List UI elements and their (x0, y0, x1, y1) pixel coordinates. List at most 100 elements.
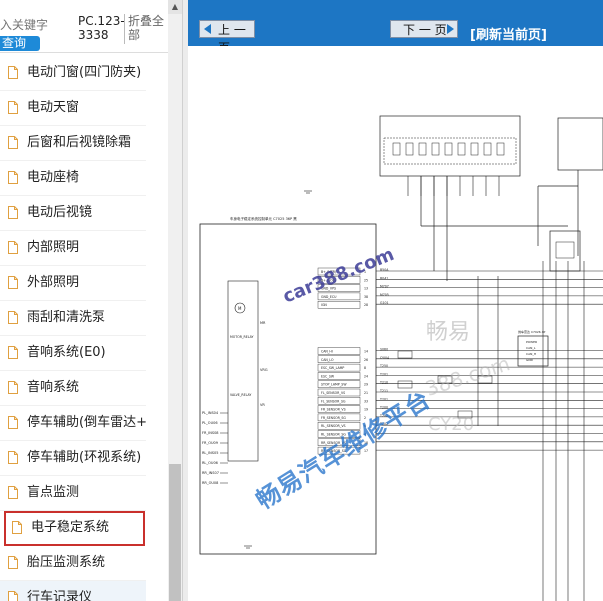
fuse-box (379, 115, 521, 177)
search-bar: 查询 PC.123-3338 折叠全部 (0, 0, 168, 53)
menu-item[interactable]: 电动门窗(四门防夹) (0, 56, 146, 91)
pin-number: 29 (364, 383, 368, 387)
menu-item[interactable]: 停车辅助(倒车雷达+倒车 (0, 406, 146, 441)
wire-label: B041 (380, 276, 388, 280)
wiring-diagram-svg: 车身电子稳定系统控制单元 C7025 36P 黑 M MOTOR_RELAY VALV… (199, 115, 603, 601)
document-icon (8, 171, 18, 184)
radar-pin: CAN_H (526, 352, 536, 356)
content-pane: 上 一 页 下 一 页 [刷新当前页] 车身电子稳定系统控制单元 C7025 3… (188, 0, 603, 601)
menu-item-label: 电子稳定系统 (31, 520, 110, 535)
sensor-label: RL_OU06 (202, 461, 218, 465)
menu-item[interactable]: 电动座椅 (0, 161, 146, 196)
sensor-label: PL_OU06 (202, 421, 218, 425)
document-icon (8, 241, 18, 254)
next-page-button[interactable]: 下 一 页 (390, 20, 458, 38)
sensor-label: FR_OU09 (202, 441, 218, 445)
wire-label: T201 (379, 372, 388, 376)
document-icon (8, 136, 18, 149)
fuse (457, 142, 466, 156)
menu-item[interactable]: 音响系统 (0, 371, 146, 406)
menu-item-label: 电动座椅 (27, 170, 80, 185)
fuse (418, 142, 427, 156)
menu-item[interactable]: 电动后视镜 (0, 196, 146, 231)
fuse (392, 142, 401, 156)
document-icon (8, 381, 18, 394)
pin-number: 24 (364, 374, 368, 378)
document-icon (8, 591, 18, 601)
collapse-all-button[interactable]: 折叠全部 (128, 14, 168, 42)
menu-item-label: 雨刮和清洗泵 (27, 310, 106, 325)
pin-name: FL_SENSOR_VS (321, 391, 345, 395)
page-nav-bar: 上 一 页 下 一 页 [刷新当前页] (188, 0, 603, 55)
pin-name: CAN_HI (321, 350, 333, 354)
radar-pin: GND (526, 358, 534, 362)
document-icon (8, 206, 18, 219)
navigation-pane: 查询 PC.123-3338 折叠全部 电动门窗(四门防夹) 电动天窗后窗和后视镜… (0, 0, 182, 601)
motor-label: M (238, 306, 242, 311)
menu-item[interactable]: 雨刮和清洗泵 (0, 301, 146, 336)
document-icon (8, 66, 18, 79)
pin-number: 8 (364, 366, 366, 370)
menu-item[interactable]: 外部照明 (0, 266, 146, 301)
sensor-label: RR_OU08 (202, 481, 218, 485)
menu-item-label: 盲点监测 (27, 485, 80, 500)
pin-name: GND_ECU (321, 295, 337, 299)
fuse-box-inner (383, 137, 517, 165)
menu-item-label: 电动后视镜 (27, 205, 93, 220)
internal-block (227, 280, 259, 462)
menu-item[interactable]: 胎压监测系统 (0, 546, 146, 581)
next-page-label: 下 一 页 (403, 23, 447, 37)
pin-number: 14 (364, 350, 368, 354)
sensor-label: PL_INS04 (202, 411, 219, 415)
radar-pin: POWER (526, 340, 537, 344)
pin-number: 13 (364, 287, 368, 291)
pin-number: 38 (364, 295, 368, 299)
arrow-left-icon (204, 24, 211, 34)
menu-item[interactable]: 盲点监测 (0, 476, 146, 511)
wiring-diagram: 车身电子稳定系统控制单元 C7025 36P 黑 M MOTOR_RELAY VALV… (188, 46, 603, 601)
arrow-right-icon (447, 24, 454, 34)
wire-label: G101 (380, 301, 389, 305)
document-icon (8, 101, 18, 114)
pin-name: STOP_LAMP_SW (321, 383, 347, 387)
watermark-code: CY20 (428, 414, 475, 435)
menu-item-label: 后窗和后视镜除霜 (27, 135, 132, 150)
menu-item[interactable]: 音响系统(E0) (0, 336, 146, 371)
menu-item-label: 电动天窗 (27, 100, 80, 115)
internal-label: VRG (260, 368, 268, 372)
prev-page-button[interactable]: 上 一 页 (199, 20, 255, 55)
refresh-page-link[interactable]: [刷新当前页] (470, 24, 547, 43)
wire-label: T211 (379, 389, 388, 393)
scrollbar[interactable]: ▲ (168, 0, 182, 601)
menu-item[interactable]: 后窗和后视镜除霜 (0, 126, 146, 161)
pin-number: 25 (364, 278, 368, 282)
wire-label: M707 (380, 285, 389, 289)
search-input[interactable] (0, 18, 72, 32)
scroll-thumb[interactable] (169, 464, 181, 601)
internal-label: MR (260, 321, 266, 325)
pin-name: FR_SENSOR_VS (321, 408, 346, 412)
menu-item[interactable]: 电子稳定系统 (4, 511, 145, 546)
wire-label: T250 (379, 364, 388, 368)
menu-item[interactable]: 内部照明 (0, 231, 146, 266)
pin-name: IGN (321, 303, 327, 307)
document-icon (12, 521, 22, 534)
menu-item[interactable]: 停车辅助(环视系统) (0, 441, 146, 476)
wire-label: I2004 (380, 356, 389, 360)
radar-pin: CAN_L (526, 346, 536, 350)
connector (397, 350, 413, 359)
scroll-up-icon[interactable]: ▲ (168, 0, 182, 14)
menu-item-label: 电动门窗(四门防夹) (27, 65, 142, 80)
query-button[interactable]: 查询 (0, 36, 41, 51)
sensor-label: FR_INS08 (202, 431, 219, 435)
fuse (431, 142, 440, 156)
document-icon (8, 416, 18, 429)
pin-number: 28 (364, 303, 368, 307)
pin-name: FL_SENSOR_SG (321, 399, 346, 403)
menu-item[interactable]: 电动天窗 (0, 91, 146, 126)
document-icon (8, 311, 18, 324)
pin-number: 26 (364, 358, 368, 362)
wire-label: M705 (380, 293, 389, 297)
menu-item[interactable]: 行车记录仪 (0, 581, 146, 601)
relay (549, 230, 581, 272)
